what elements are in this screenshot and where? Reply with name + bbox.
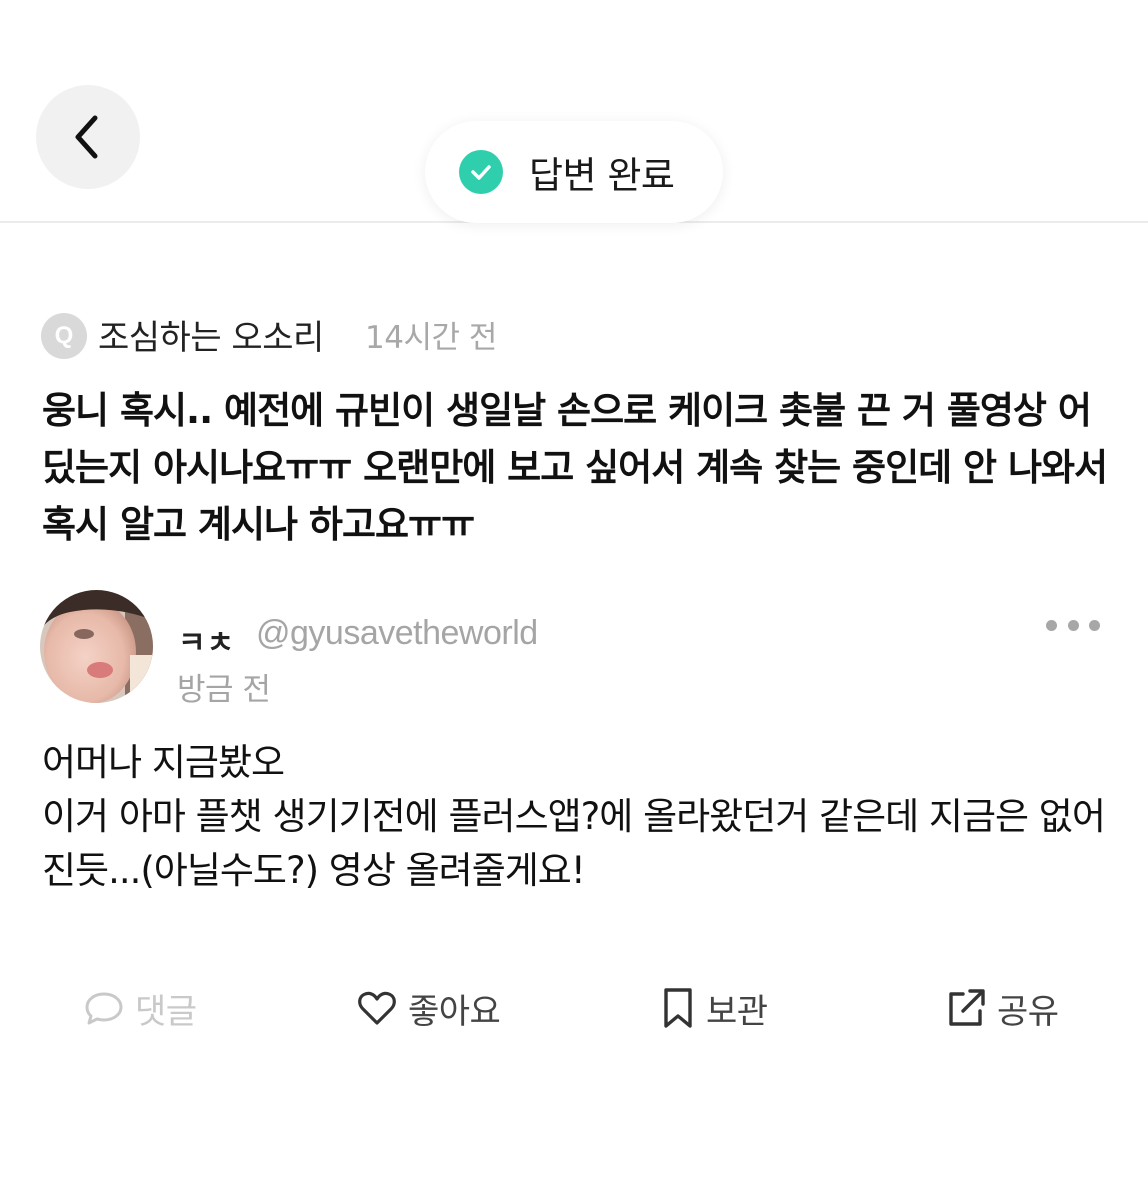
status-pill: 답변 완료 — [425, 121, 723, 223]
answer-text: 어머나 지금봤오 이거 아마 플챗 생기기전에 플러스앱?에 올라왔던거 같은데… — [42, 736, 1122, 898]
save-button[interactable]: 보관 — [660, 983, 768, 1033]
share-label: 공유 — [997, 991, 1059, 1032]
chevron-left-icon — [75, 115, 98, 159]
avatar[interactable] — [40, 590, 153, 703]
bookmark-icon — [664, 988, 692, 1028]
check-circle-icon — [459, 150, 503, 194]
answerer-handle[interactable]: @gyusavetheworld — [256, 614, 538, 653]
more-dots-icon[interactable] — [1046, 610, 1100, 640]
status-label: 답변 완료 — [529, 154, 675, 197]
save-label: 보관 — [706, 991, 768, 1032]
heart-icon — [358, 991, 396, 1025]
answer-time: 방금 전 — [177, 672, 271, 708]
share-icon — [949, 989, 985, 1026]
question-text: 웅니 혹시.. 예전에 규빈이 생일날 손으로 케이크 촛불 끈 거 풀영상 어… — [42, 389, 1108, 546]
back-button[interactable] — [36, 85, 140, 189]
question-badge-icon: Q — [41, 313, 87, 359]
comment-button[interactable]: 댓글 — [83, 983, 197, 1033]
share-button[interactable]: 공유 — [945, 983, 1059, 1033]
question-time: 14시간 전 — [365, 320, 497, 356]
answer-line: 어머나 지금봤오 — [42, 741, 285, 784]
answerer-name: ㅋㅊ — [178, 626, 236, 661]
like-button[interactable]: 좋아요 — [356, 983, 501, 1033]
answer-line: 이거 아마 플챗 생기기전에 플러스앱?에 올라왔던거 같은데 지금은 없어진듯… — [42, 795, 1106, 892]
asker-name: 조심하는 오소리 — [98, 318, 324, 358]
comment-icon — [85, 992, 123, 1025]
like-label: 좋아요 — [408, 991, 501, 1032]
comment-label: 댓글 — [135, 991, 197, 1032]
